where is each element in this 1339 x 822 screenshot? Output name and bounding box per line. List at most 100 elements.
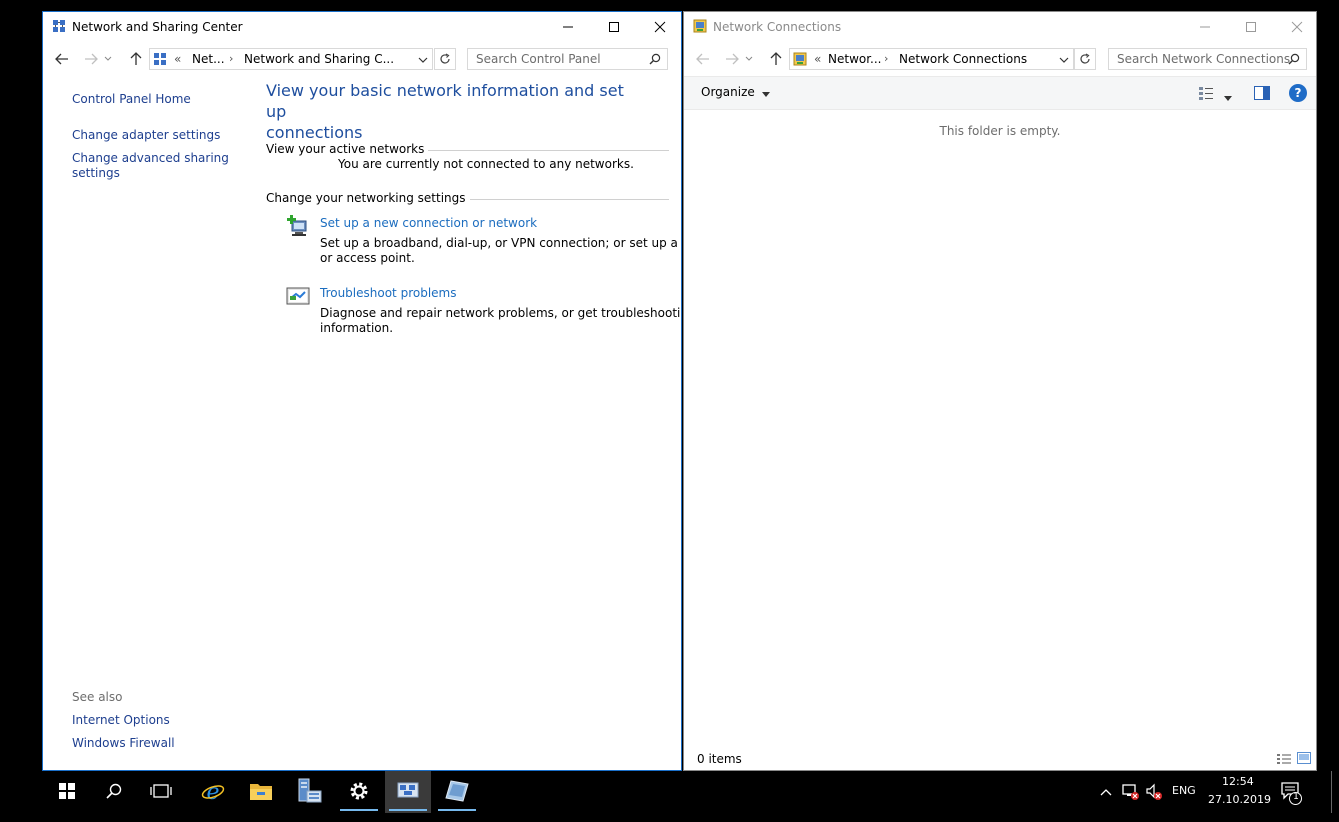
- address-overflow[interactable]: «: [814, 52, 821, 66]
- task-view-icon: [150, 783, 172, 802]
- setup-connection-link[interactable]: Set up a new connection or network: [320, 216, 537, 231]
- start-button[interactable]: [44, 771, 90, 813]
- minimize-button[interactable]: [1182, 12, 1228, 42]
- breadcrumb-network[interactable]: Net...: [192, 52, 225, 66]
- network-connections-taskbar-button[interactable]: [434, 771, 480, 813]
- internet-explorer-icon: e: [201, 779, 225, 806]
- navigation-bar: « Net... › Network and Sharing C... Sear…: [43, 44, 681, 74]
- settings-button[interactable]: [336, 771, 382, 813]
- active-networks-heading: View your active networks: [266, 142, 429, 156]
- title-bar[interactable]: Network and Sharing Center: [43, 12, 681, 42]
- language-indicator[interactable]: ENG: [1172, 784, 1196, 797]
- troubleshoot-description: Diagnose and repair network problems, or…: [320, 306, 682, 320]
- window-title: Network and Sharing Center: [72, 20, 243, 34]
- search-icon[interactable]: [1288, 53, 1300, 68]
- breadcrumb-separator[interactable]: ›: [229, 52, 233, 65]
- file-explorer-icon: [249, 781, 273, 804]
- page-title: View your basic network information and …: [266, 80, 646, 143]
- windows-firewall-link[interactable]: Windows Firewall: [72, 736, 175, 751]
- server-manager-button[interactable]: [286, 771, 332, 813]
- change-adapter-settings-link[interactable]: Change adapter settings: [72, 128, 220, 143]
- up-button[interactable]: [766, 50, 786, 68]
- start-icon: [59, 782, 75, 802]
- help-icon[interactable]: ?: [1289, 84, 1307, 102]
- close-button[interactable]: [1274, 12, 1316, 42]
- search-input[interactable]: Search Network Connections: [1108, 48, 1307, 70]
- troubleshoot-icon[interactable]: [286, 286, 310, 311]
- breadcrumb-current[interactable]: Network and Sharing C...: [244, 52, 394, 66]
- search-placeholder: Search Control Panel: [476, 52, 601, 66]
- recent-locations-dropdown[interactable]: [742, 50, 756, 68]
- forward-button[interactable]: [722, 50, 742, 68]
- chevron-down-icon[interactable]: [1059, 53, 1069, 67]
- setup-connection-description-cont: or access point.: [320, 251, 415, 265]
- clock-time[interactable]: 12:54: [1222, 775, 1254, 788]
- search-taskbar-button[interactable]: [91, 771, 137, 813]
- notification-count-badge: 1: [1293, 792, 1299, 802]
- window-title: Network Connections: [713, 20, 842, 34]
- not-connected-text: You are currently not connected to any n…: [338, 157, 634, 171]
- forward-button[interactable]: [81, 50, 101, 68]
- volume-muted-icon[interactable]: [1145, 783, 1163, 804]
- network-center-icon: [397, 781, 419, 804]
- breadcrumb-network[interactable]: Networ...: [828, 52, 882, 66]
- refresh-button[interactable]: [1074, 48, 1096, 70]
- taskbar: e ENG 12:54 27.10.2019 1: [0, 771, 1339, 822]
- network-center-taskbar-button[interactable]: [385, 771, 431, 813]
- setup-connection-description: Set up a broadband, dial-up, or VPN conn…: [320, 236, 682, 250]
- minimize-button[interactable]: [545, 12, 591, 42]
- control-panel-home-link[interactable]: Control Panel Home: [72, 92, 191, 107]
- page-title-line1: View your basic network information and …: [266, 81, 624, 121]
- network-sharing-center-window: Network and Sharing Center « Net... › Ne…: [42, 11, 682, 771]
- page-title-line2: connections: [266, 123, 363, 142]
- show-hidden-icons-chevron-icon[interactable]: [1100, 785, 1112, 799]
- large-icons-view-icon[interactable]: [1297, 752, 1311, 767]
- internet-options-link[interactable]: Internet Options: [72, 713, 170, 728]
- show-desktop-button[interactable]: [1331, 771, 1332, 813]
- change-view-icon[interactable]: [1198, 86, 1214, 103]
- running-indicator: [340, 809, 378, 811]
- address-bar[interactable]: « Networ... › Network Connections: [789, 48, 1074, 70]
- network-disconnected-icon[interactable]: [1122, 783, 1140, 804]
- network-connections-window: Network Connections « Networ... › Networ…: [683, 11, 1317, 771]
- internet-explorer-button[interactable]: e: [190, 771, 236, 813]
- settings-icon: [347, 779, 371, 806]
- search-input[interactable]: Search Control Panel: [467, 48, 668, 70]
- back-button[interactable]: [52, 50, 72, 68]
- task-view-button[interactable]: [138, 771, 184, 813]
- search-icon: [106, 783, 122, 802]
- title-bar[interactable]: Network Connections: [684, 12, 1316, 42]
- back-button[interactable]: [693, 50, 713, 68]
- organize-menu[interactable]: Organize: [701, 85, 770, 100]
- details-view-icon[interactable]: [1277, 753, 1291, 768]
- svg-text:e: e: [206, 780, 219, 803]
- network-center-icon: [153, 52, 167, 69]
- file-explorer-button[interactable]: [238, 771, 284, 813]
- navigation-bar: « Networ... › Network Connections Search…: [684, 44, 1316, 74]
- address-overflow[interactable]: «: [174, 52, 181, 66]
- network-center-icon: [52, 19, 66, 33]
- change-advanced-sharing-link[interactable]: Change advanced sharing: [72, 151, 229, 166]
- network-connections-icon: [445, 779, 469, 805]
- new-connection-icon[interactable]: [286, 215, 310, 242]
- change-advanced-sharing-link-cont[interactable]: settings: [72, 166, 120, 181]
- command-bar: Organize ?: [684, 76, 1316, 110]
- server-manager-icon: [296, 778, 322, 807]
- recent-locations-dropdown[interactable]: [101, 50, 115, 68]
- close-button[interactable]: [637, 12, 681, 42]
- maximize-button[interactable]: [1228, 12, 1274, 42]
- up-button[interactable]: [126, 50, 146, 68]
- breadcrumb-current[interactable]: Network Connections: [899, 52, 1027, 66]
- refresh-button[interactable]: [434, 48, 456, 70]
- address-bar[interactable]: « Net... › Network and Sharing C...: [149, 48, 433, 70]
- chevron-down-icon[interactable]: [418, 53, 428, 67]
- search-placeholder: Search Network Connections: [1117, 52, 1291, 66]
- maximize-button[interactable]: [591, 12, 637, 42]
- troubleshoot-link[interactable]: Troubleshoot problems: [320, 286, 456, 301]
- breadcrumb-separator[interactable]: ›: [884, 52, 888, 65]
- clock-date[interactable]: 27.10.2019: [1208, 793, 1271, 806]
- preview-pane-icon[interactable]: [1254, 86, 1270, 103]
- view-options-dropdown-icon[interactable]: [1224, 90, 1232, 104]
- search-icon[interactable]: [649, 53, 661, 68]
- status-item-count: 0 items: [697, 752, 742, 766]
